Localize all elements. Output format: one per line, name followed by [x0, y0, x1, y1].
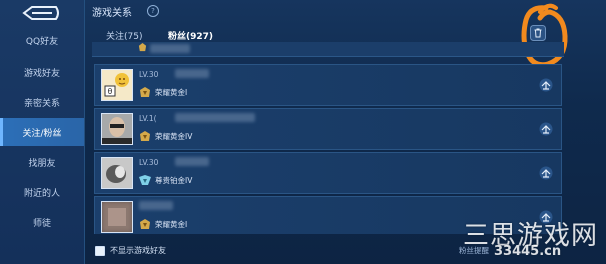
sidebar-item-label: 师徒	[32, 218, 51, 229]
rank-label: 荣耀黄金I	[155, 220, 188, 229]
list-item-partial	[92, 42, 564, 57]
page-title: 游戏关系	[92, 8, 132, 19]
level-label: LV.1(	[139, 114, 157, 123]
photo-avatar-icon	[102, 158, 132, 188]
sidebar-item-intimate[interactable]: 亲密关系	[0, 88, 84, 116]
sidebar-item-nearby[interactable]: 附近的人	[0, 178, 84, 206]
sidebar: QQ好友 游戏好友 亲密关系 关注/粉丝 找朋友 附近的人 师徒	[0, 0, 85, 264]
back-arrow-icon[interactable]	[18, 4, 62, 22]
rank-label: 荣耀黄金IV	[155, 132, 193, 141]
blurred-name	[150, 44, 190, 53]
cartoon-avatar-icon: θ	[104, 73, 129, 97]
game-relations-screen: QQ好友 游戏好友 亲密关系 关注/粉丝 找朋友 附近的人 师徒 游戏关系 ? …	[0, 0, 606, 264]
avatar	[101, 157, 133, 189]
svg-text:θ: θ	[108, 87, 113, 96]
sidebar-item-find-friends[interactable]: 找朋友	[0, 148, 84, 176]
watermark-url: 33445.cn	[494, 244, 562, 259]
fans-list[interactable]: θ LV.30 荣耀黄金I LV.1( 荣耀黄金IV LV.30 尊贵铂金IV …	[92, 42, 564, 234]
hide-game-friends-checkbox[interactable]	[95, 246, 105, 256]
gift-icon[interactable]	[539, 122, 553, 136]
sidebar-item-follow-fans[interactable]: 关注/粉丝	[0, 118, 84, 146]
tab-fans[interactable]: 粉丝(927)	[168, 29, 213, 42]
level-label: LV.30	[139, 158, 159, 167]
rank-badge-icon	[140, 131, 150, 141]
rank-badge-icon	[140, 87, 150, 97]
list-item[interactable]: LV.1( 荣耀黄金IV	[94, 108, 562, 150]
sidebar-item-label: 关注/粉丝	[22, 128, 62, 139]
level-label: LV.30	[139, 70, 159, 79]
rank-badge-icon	[139, 175, 151, 185]
photo-avatar-icon	[102, 202, 132, 232]
rank-label: 荣耀黄金I	[155, 88, 188, 97]
rank-label: 尊贵铂金IV	[155, 176, 193, 185]
list-item[interactable]: LV.30 尊贵铂金IV	[94, 152, 562, 194]
rank-badge-icon	[140, 219, 150, 229]
sidebar-item-qq-friends[interactable]: QQ好友	[0, 26, 84, 54]
list-item[interactable]: θ LV.30 荣耀黄金I	[94, 64, 562, 106]
help-icon[interactable]: ?	[147, 5, 159, 17]
sidebar-item-label: QQ好友	[25, 36, 59, 47]
gift-icon[interactable]	[539, 78, 553, 92]
blurred-name	[139, 201, 173, 210]
sidebar-item-label: 亲密关系	[23, 98, 60, 109]
rank-badge-icon	[138, 43, 147, 52]
sidebar-item-label: 附近的人	[23, 188, 60, 199]
sidebar-item-mentor[interactable]: 师徒	[0, 208, 84, 236]
blurred-name	[175, 113, 255, 122]
avatar: θ	[101, 69, 133, 101]
tab-following[interactable]: 关注(75)	[106, 29, 142, 42]
avatar	[101, 113, 133, 145]
hide-game-friends-label: 不显示游戏好友	[110, 246, 166, 255]
photo-avatar-icon	[102, 114, 132, 144]
blurred-name	[175, 157, 209, 166]
blurred-name	[175, 69, 209, 78]
avatar	[101, 201, 133, 233]
sidebar-item-label: 游戏好友	[23, 68, 60, 79]
gift-icon[interactable]	[539, 166, 553, 180]
sidebar-item-game-friends[interactable]: 游戏好友	[0, 58, 84, 86]
sidebar-item-label: 找朋友	[28, 158, 56, 169]
